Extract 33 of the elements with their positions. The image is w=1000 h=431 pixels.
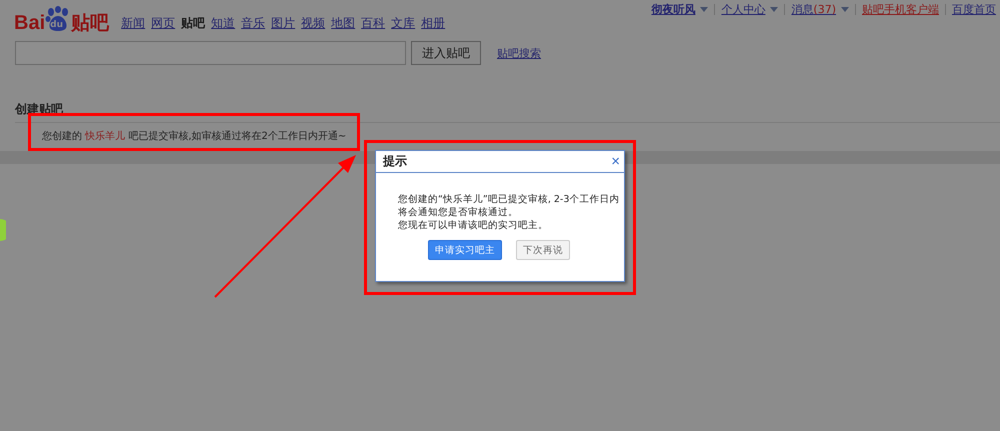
- nav-link[interactable]: 视频: [301, 15, 326, 32]
- nav-link[interactable]: 知道: [211, 15, 236, 32]
- caret-icon[interactable]: [700, 7, 708, 12]
- nav-link[interactable]: 相册: [421, 15, 446, 32]
- nav-link[interactable]: 百科: [361, 15, 386, 32]
- dialog-text: 您现在可以申请该吧的实习吧主。: [398, 219, 549, 232]
- close-button[interactable]: ×: [611, 154, 620, 170]
- caret-icon[interactable]: [770, 7, 778, 12]
- nav-link[interactable]: 地图: [331, 15, 356, 32]
- dialog-title: 提示: [383, 153, 407, 170]
- nav-link[interactable]: 网页: [151, 15, 176, 32]
- nav-link[interactable]: 新闻: [121, 15, 146, 32]
- logo-text: du: [50, 20, 63, 30]
- status-message: 您创建的 快乐羊儿 吧已提交审核,如审核通过将在2个工作日内开通~: [42, 130, 348, 143]
- logo-text: 贴吧: [71, 12, 110, 34]
- nav-link[interactable]: 文库: [391, 15, 416, 32]
- later-button[interactable]: 下次再说: [516, 240, 570, 260]
- search-link[interactable]: 贴吧搜索: [497, 46, 541, 60]
- user-menu-link[interactable]: 贴吧手机客户端: [862, 2, 939, 17]
- user-menu-link[interactable]: 百度首页: [952, 2, 996, 17]
- user-menu-link[interactable]: 彻夜听风: [651, 2, 696, 17]
- user-menu-link[interactable]: 消息(37): [791, 2, 836, 17]
- enter-button[interactable]: 进入贴吧: [411, 41, 481, 65]
- nav-link[interactable]: 图片: [271, 15, 296, 32]
- apply-button[interactable]: 申请实习吧主: [428, 240, 502, 260]
- logo-text: Bai: [14, 12, 46, 34]
- search-field[interactable]: [15, 41, 406, 65]
- user-menu-link[interactable]: 个人中心: [721, 2, 766, 17]
- caret-icon[interactable]: [841, 7, 849, 12]
- dialog-text: 您创建的“快乐羊儿”吧已提交审核, 2-3个工作日内: [398, 193, 620, 206]
- dialog-text: 将会通知您是否审核通过。: [398, 206, 519, 219]
- nav-link[interactable]: 音乐: [241, 15, 266, 32]
- nav-link[interactable]: 贴吧: [181, 15, 206, 32]
